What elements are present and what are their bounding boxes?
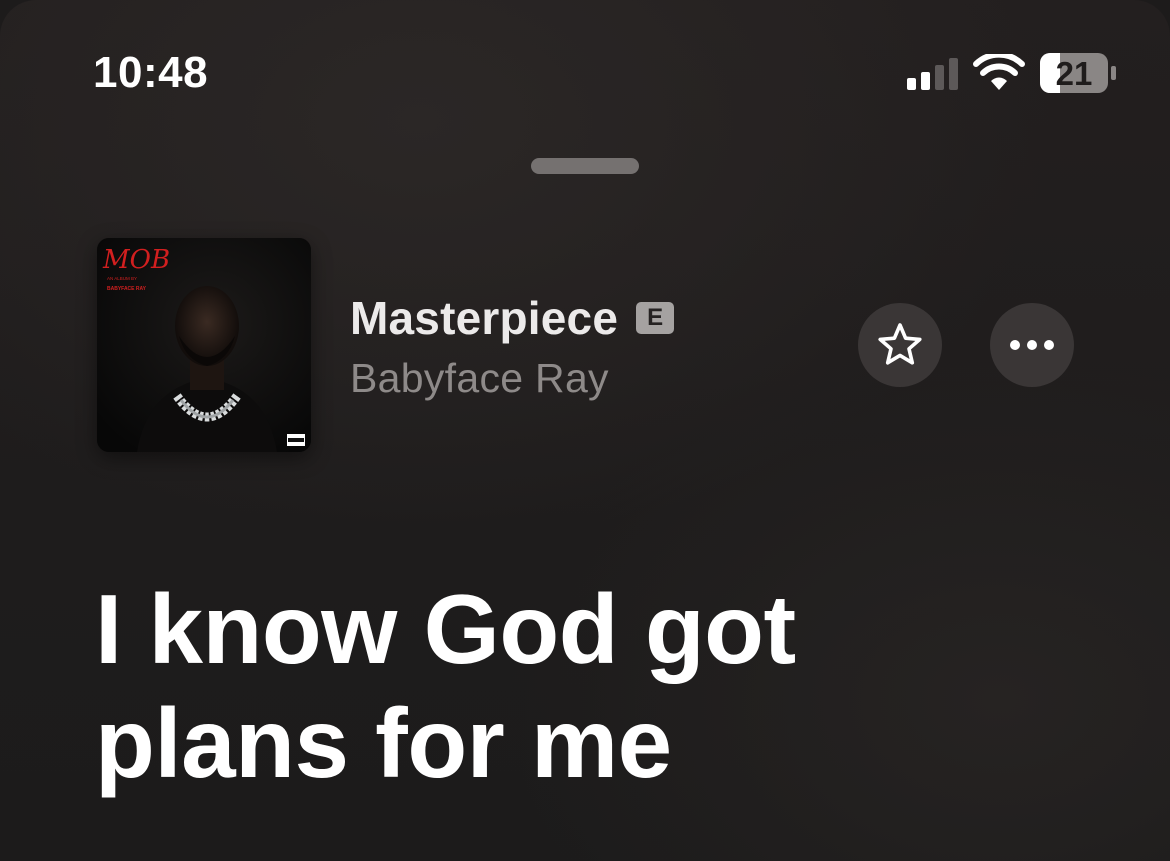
favorite-button[interactable] <box>858 303 942 387</box>
sheet-grabber-handle[interactable] <box>531 158 639 174</box>
star-outline-icon <box>878 323 922 365</box>
status-time: 10:48 <box>93 48 209 97</box>
track-title-row: Masterpiece E <box>350 290 675 346</box>
battery-level: 21 <box>1055 55 1093 92</box>
album-artwork-image: MOB AN ALBUM BY BABYFACE RAY <box>97 238 311 452</box>
album-logo-text: MOB <box>102 245 170 275</box>
wifi-icon <box>973 54 1025 90</box>
ellipsis-icon <box>1010 340 1054 350</box>
more-options-button[interactable] <box>990 303 1074 387</box>
explicit-badge: E <box>636 302 675 334</box>
track-title[interactable]: Masterpiece <box>350 291 618 345</box>
now-playing-lyrics-screen: 10:48 21 MOB AN ALBUM BY BABYFACE RAY Ma… <box>0 0 1170 861</box>
cellular-signal-icon <box>907 58 958 90</box>
track-artist[interactable]: Babyface Ray <box>350 355 609 402</box>
album-artwork[interactable]: MOB AN ALBUM BY BABYFACE RAY <box>97 238 311 452</box>
lyric-line[interactable]: plans for me <box>95 686 1095 800</box>
album-artist-text: BABYFACE RAY <box>107 286 147 292</box>
lyrics-panel[interactable]: I know God got plans for me <box>95 572 1095 800</box>
album-subtitle-text: AN ALBUM BY <box>107 276 137 281</box>
lyric-line[interactable]: I know God got <box>95 572 1095 686</box>
